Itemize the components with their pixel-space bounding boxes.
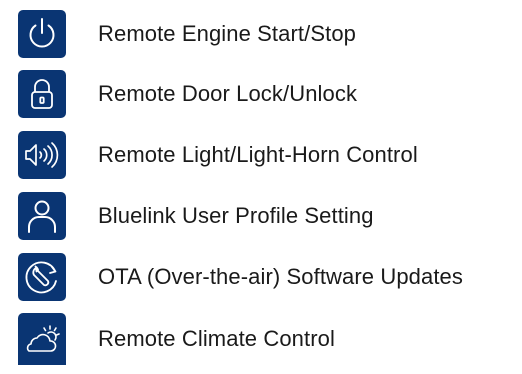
feature-label: Remote Light/Light-Horn Control xyxy=(98,142,418,167)
feature-list: Remote Engine Start/Stop Remote Door Loc… xyxy=(0,0,522,374)
horn-sound-icon xyxy=(18,131,66,179)
lock-icon xyxy=(18,70,66,118)
feature-label: Remote Climate Control xyxy=(98,326,335,351)
feature-label: Bluelink User Profile Setting xyxy=(98,203,374,228)
feature-label: Remote Door Lock/Unlock xyxy=(98,81,358,106)
feature-item-remote-engine-start-stop[interactable]: Remote Engine Start/Stop xyxy=(18,10,356,58)
feature-label: OTA (Over-the-air) Software Updates xyxy=(98,264,463,289)
feature-item-remote-light-horn-control[interactable]: Remote Light/Light-Horn Control xyxy=(18,131,418,179)
cloud-sun-icon xyxy=(18,313,66,365)
feature-item-remote-climate-control[interactable]: Remote Climate Control xyxy=(18,313,335,365)
feature-item-bluelink-user-profile-setting[interactable]: Bluelink User Profile Setting xyxy=(18,192,374,240)
wrench-update-icon xyxy=(18,253,66,301)
power-icon xyxy=(18,10,66,58)
feature-label: Remote Engine Start/Stop xyxy=(98,21,356,46)
feature-item-ota-software-updates[interactable]: OTA (Over-the-air) Software Updates xyxy=(18,253,463,301)
feature-item-remote-door-lock-unlock[interactable]: Remote Door Lock/Unlock xyxy=(18,70,357,118)
user-profile-icon xyxy=(18,192,66,240)
